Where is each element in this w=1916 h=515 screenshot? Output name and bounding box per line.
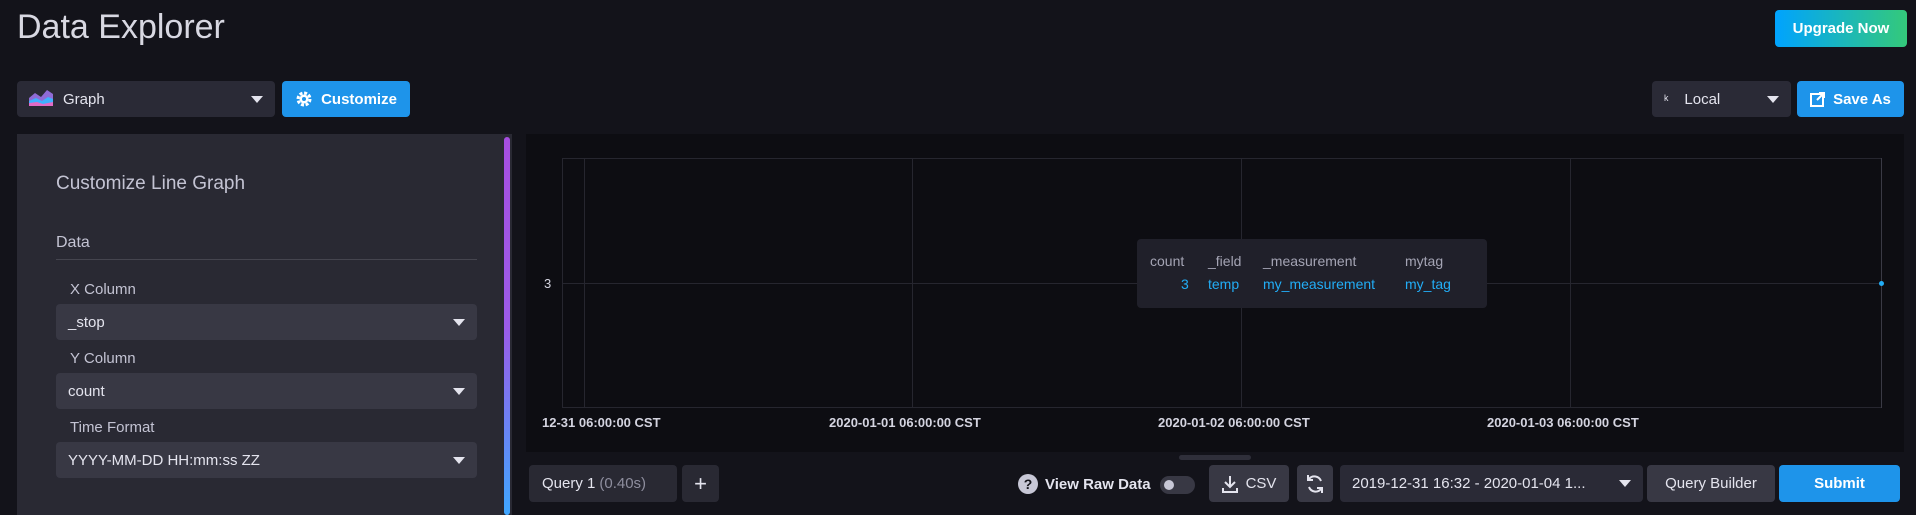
add-query-button[interactable]: + — [682, 465, 719, 502]
y-column-dropdown[interactable]: count — [56, 373, 477, 409]
hover-tooltip — [1137, 239, 1487, 308]
chevron-down-icon — [453, 387, 465, 395]
y-column-value: count — [68, 382, 105, 400]
time-range-dropdown[interactable]: 2019-12-31 16:32 - 2020-01-04 1... — [1340, 465, 1643, 502]
submit-button[interactable]: Submit — [1779, 465, 1900, 502]
customize-label: Customize — [321, 90, 397, 108]
gridline-vertical — [912, 158, 913, 408]
resize-handle[interactable] — [1179, 455, 1251, 460]
x-tick-label: 2020-01-01 06:00:00 CST — [829, 415, 981, 430]
graph-type-dropdown[interactable]: Graph — [17, 81, 275, 117]
timezone-dropdown[interactable]: ᵏ Local — [1652, 81, 1791, 117]
help-icon[interactable]: ? — [1018, 474, 1038, 494]
query-tab[interactable]: Query 1 (0.40s) — [529, 465, 677, 502]
page-title: Data Explorer — [17, 8, 225, 46]
customize-panel-title: Customize Line Graph — [56, 173, 246, 194]
csv-download-button[interactable]: CSV — [1209, 465, 1289, 502]
x-column-label: X Column — [70, 281, 136, 298]
tooltip-header: count — [1150, 253, 1185, 269]
time-range-label: 2019-12-31 16:32 - 2020-01-04 1... — [1352, 475, 1586, 492]
pin-icon: ᵏ — [1664, 91, 1669, 107]
gridline-vertical — [584, 158, 585, 408]
x-column-dropdown[interactable]: _stop — [56, 304, 477, 340]
section-divider — [56, 259, 477, 260]
view-raw-data-label: View Raw Data — [1045, 476, 1151, 493]
y-column-label: Y Column — [70, 350, 136, 367]
gridline-vertical — [1570, 158, 1571, 408]
chevron-down-icon — [453, 456, 465, 464]
time-format-dropdown[interactable]: YYYY-MM-DD HH:mm:ss ZZ — [56, 442, 477, 478]
tooltip-header: mytag — [1405, 253, 1444, 269]
tooltip-header: _field — [1208, 253, 1242, 269]
query-time: (0.40s) — [599, 475, 647, 492]
customize-button[interactable]: Customize — [282, 81, 410, 117]
x-tick-label: 2020-01-03 06:00:00 CST — [1487, 415, 1639, 430]
gear-icon — [296, 91, 312, 107]
download-icon — [1221, 475, 1238, 493]
refresh-icon — [1307, 474, 1323, 493]
chevron-down-icon — [453, 318, 465, 326]
tooltip-value: temp — [1208, 276, 1240, 292]
x-tick-label: 2020-01-02 06:00:00 CST — [1158, 415, 1310, 430]
time-format-label: Time Format — [70, 419, 155, 436]
chevron-down-icon — [1619, 480, 1631, 487]
refresh-button[interactable] — [1297, 465, 1333, 502]
export-icon — [1810, 92, 1826, 107]
time-format-value: YYYY-MM-DD HH:mm:ss ZZ — [68, 451, 260, 469]
csv-label: CSV — [1245, 475, 1277, 492]
upgrade-now-button[interactable]: Upgrade Now — [1775, 10, 1907, 47]
tooltip-header: _measurement — [1263, 253, 1357, 269]
chevron-down-icon — [251, 95, 263, 103]
x-column-value: _stop — [68, 313, 105, 331]
tooltip-value: my_measurement — [1263, 276, 1376, 292]
panel-scrollbar[interactable] — [504, 137, 510, 515]
save-as-button[interactable]: Save As — [1797, 81, 1904, 117]
y-tick-label: 3 — [544, 276, 552, 291]
timezone-label: Local — [1684, 90, 1721, 108]
save-as-label: Save As — [1833, 90, 1891, 108]
tooltip-value: 3 — [1181, 276, 1189, 292]
tooltip-value: my_tag — [1405, 276, 1451, 292]
x-tick-label: 12-31 06:00:00 CST — [542, 415, 661, 430]
data-section-label: Data — [56, 234, 90, 251]
query-tab-label: Query 1 — [542, 475, 596, 492]
data-point[interactable] — [1879, 281, 1884, 286]
graph-type-label: Graph — [63, 90, 105, 108]
query-builder-button[interactable]: Query Builder — [1647, 465, 1775, 502]
toggle-knob — [1164, 480, 1174, 490]
graph-type-icon — [29, 88, 63, 110]
chevron-down-icon — [1767, 95, 1779, 103]
